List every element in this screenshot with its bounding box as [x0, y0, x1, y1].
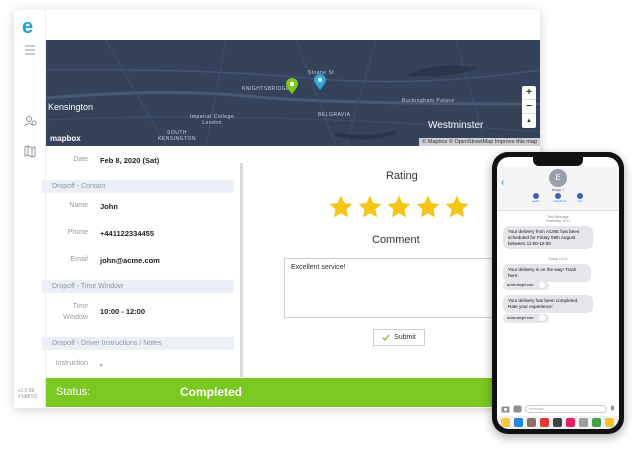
contact-name[interactable]: ecogo > [497, 188, 619, 192]
comment-textarea[interactable]: Excellent service! [284, 258, 498, 318]
time-window-label: Time Window [63, 303, 88, 321]
email-value: john@acme.com [100, 256, 160, 265]
message-bubble: Your delivery has been completed. Rate y… [503, 295, 593, 313]
mapbox-logo[interactable]: mapbox [50, 134, 81, 143]
zoom-out-button[interactable]: − [522, 100, 536, 114]
search-app-icon[interactable] [579, 418, 588, 427]
section-driver-instructions: Dropoff - Driver Instructions / Notes [42, 337, 234, 350]
star-icon[interactable] [328, 194, 354, 220]
info-icon[interactable]: info [575, 193, 585, 203]
imessage-input[interactable]: iMessage [525, 405, 607, 413]
status-label: Status: [56, 386, 91, 398]
message-header: ‹ E ecogo > audio FaceTime info [497, 167, 619, 211]
date-label: Date [73, 156, 88, 163]
message-link[interactable]: acme.eingel.com [503, 281, 550, 290]
map-icon[interactable] [23, 144, 37, 158]
app-logo[interactable]: e [22, 16, 33, 39]
star-icon[interactable] [415, 194, 441, 220]
star-icon[interactable] [357, 194, 383, 220]
phone-notch [533, 157, 583, 166]
submit-label: Submit [394, 334, 416, 341]
hamburger-menu-icon[interactable] [23, 43, 37, 57]
phone-value: +441122334455 [100, 229, 155, 238]
star-icon[interactable] [386, 194, 412, 220]
message-bubble: Your delivery from ACME has been schedul… [503, 226, 593, 250]
submit-button[interactable]: Submit [373, 329, 425, 346]
dropoff-pin-icon[interactable] [314, 74, 326, 90]
message-input-bar: iMessage [497, 403, 619, 415]
app-version: v1.0.8b #1d8f1f2 [18, 388, 38, 400]
message-timestamp: Today 10:11 [548, 257, 568, 261]
email-label: Email [70, 256, 88, 263]
map-label-buckingham-palace: Buckingham Palace [402, 98, 455, 104]
map-label-imperial-college: Imperial College London [190, 114, 235, 126]
compass-button[interactable]: ▲ [522, 114, 536, 128]
name-value: John [100, 202, 118, 211]
phone-label: Phone [67, 229, 88, 236]
camera-icon[interactable] [501, 405, 510, 413]
microphone-icon[interactable] [609, 405, 616, 413]
star-icon[interactable] [444, 194, 470, 220]
back-chevron-icon[interactable]: ‹ [501, 177, 504, 188]
users-icon[interactable] [23, 114, 37, 128]
music-app-icon[interactable] [553, 418, 562, 427]
map-label-kensington: Kensington [48, 102, 94, 112]
music-note-app-icon[interactable] [566, 418, 575, 427]
phone-screen: ‹ E ecogo > audio FaceTime info Text Mes… [497, 157, 619, 429]
map-label-knightsbridge: KNIGHTSBRIDGE [242, 86, 290, 92]
rating-stars[interactable] [328, 192, 473, 222]
map-attribution[interactable]: © Mapbox © OpenStreetMap Improve this ma… [419, 138, 540, 146]
time-window-value: 10:00 - 12:00 [100, 307, 146, 316]
heart-app-icon[interactable] [540, 418, 549, 427]
emoji-app-icon[interactable] [605, 418, 614, 427]
facetime-icon[interactable]: FaceTime [553, 193, 566, 203]
app-store-icon[interactable] [513, 405, 522, 413]
game-app-icon[interactable] [592, 418, 601, 427]
delivery-map[interactable]: Kensington KNIGHTSBRIDGE BELGRAVIA Westm… [46, 40, 540, 146]
appstore-app-icon[interactable] [514, 418, 523, 427]
map-label-westminster: Westminster [428, 120, 484, 131]
zoom-in-button[interactable]: + [522, 86, 536, 100]
status-value: Completed [180, 385, 243, 399]
status-bar: Status: Completed [46, 378, 526, 407]
audio-call-icon[interactable]: audio [531, 193, 541, 203]
rating-title: Rating [386, 170, 418, 182]
contact-actions: audio FaceTime info [527, 193, 589, 207]
comment-title: Comment [372, 234, 420, 246]
section-dropoff-time-window: Dropoff - Time Window [42, 280, 234, 293]
instruction-value: - [100, 360, 103, 369]
map-zoom-controls: + − ▲ [522, 86, 536, 128]
sticker-app-icon[interactable] [527, 418, 536, 427]
check-icon [382, 334, 390, 341]
phone-mockup: ‹ E ecogo > audio FaceTime info Text Mes… [492, 152, 624, 434]
pickup-pin-icon[interactable] [286, 78, 298, 94]
instruction-label: Instruction [55, 360, 88, 367]
message-bubble: Your delivery is on the way! Track here: [503, 264, 591, 282]
contact-avatar[interactable]: E [549, 169, 567, 187]
section-dropoff-contact: Dropoff - Contact [42, 180, 234, 193]
imessage-app-drawer [497, 416, 619, 429]
message-link[interactable]: acme.eingel.com [503, 314, 550, 323]
name-label: Name [69, 202, 88, 209]
date-value: Feb 8, 2020 (Sat) [100, 156, 160, 165]
photos-app-icon[interactable] [501, 418, 510, 427]
map-label-south-kensington: SOUTH KENSINGTON [158, 130, 196, 142]
scrollbar[interactable] [240, 163, 243, 377]
map-label-belgravia: BELGRAVIA [318, 112, 351, 118]
message-timestamp: Text Message Yesterday 10:11 [545, 215, 571, 223]
